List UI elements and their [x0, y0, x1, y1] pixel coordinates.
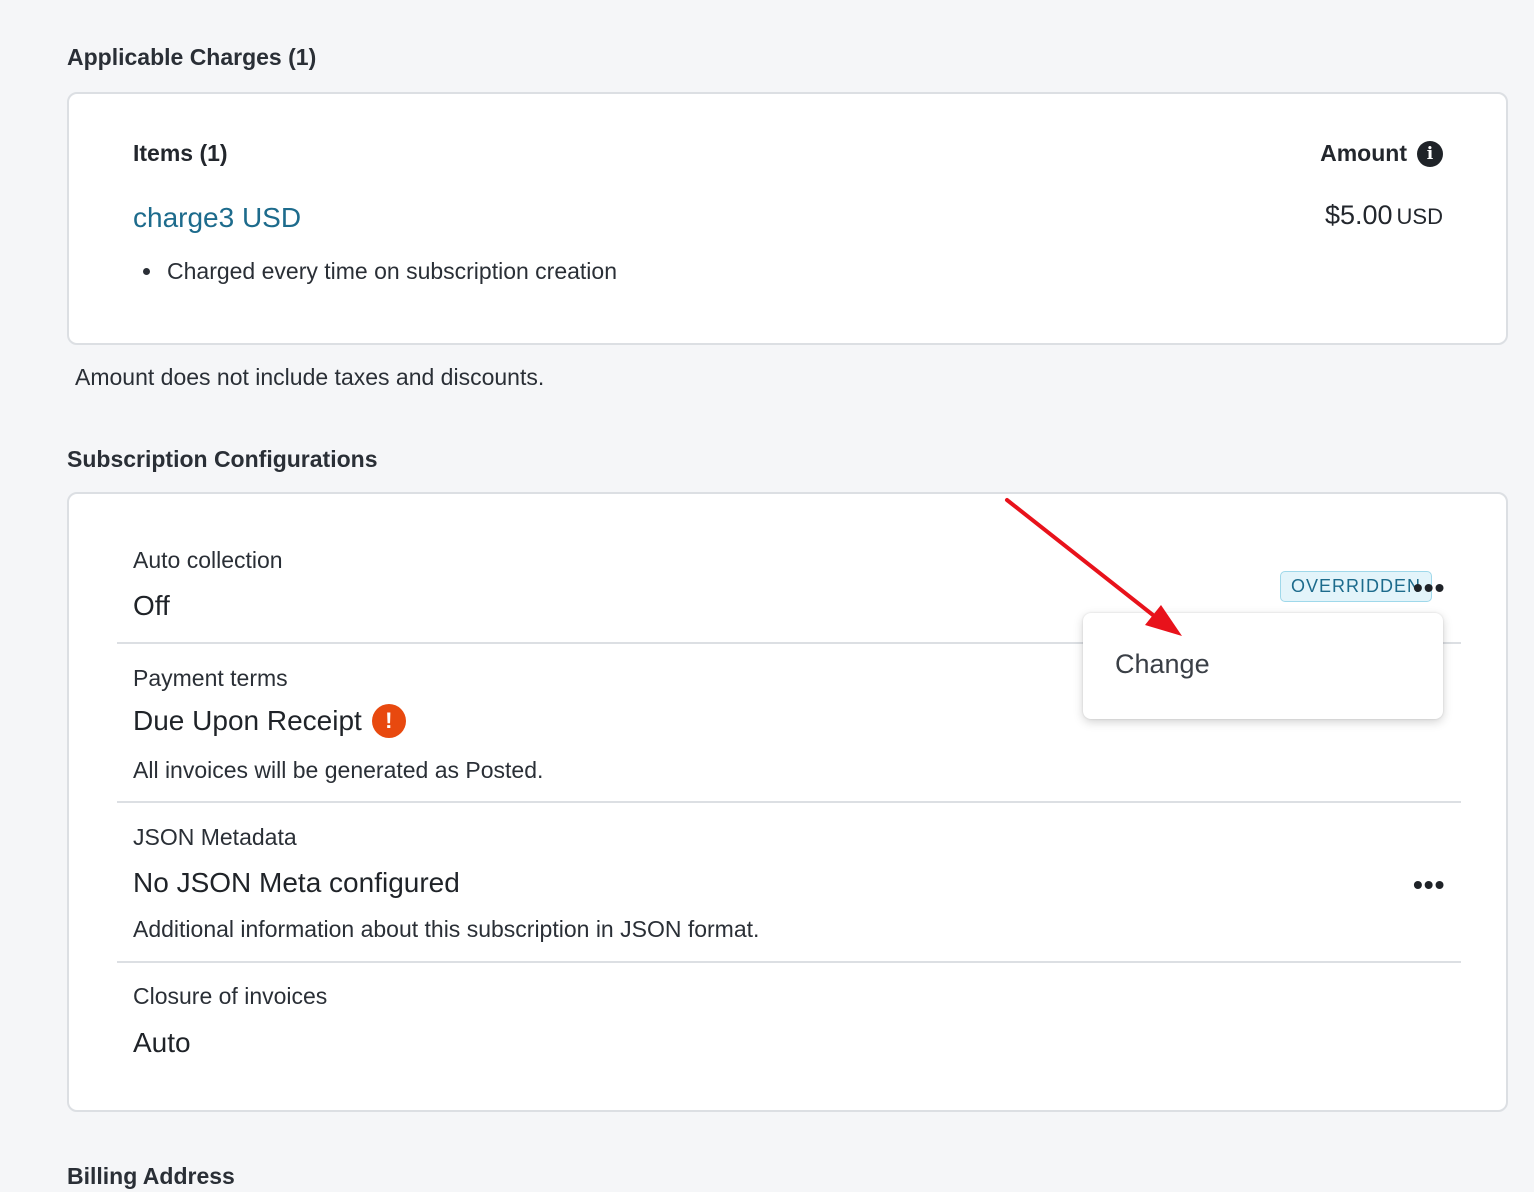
payment-terms-description: All invoices will be generated as Posted…	[133, 757, 544, 783]
json-metadata-description: Additional information about this subscr…	[133, 916, 760, 942]
change-menu-item[interactable]: Change	[1115, 649, 1210, 680]
overridden-badge: OVERRIDDEN	[1280, 571, 1433, 602]
json-metadata-value: No JSON Meta configured	[133, 867, 460, 898]
closure-of-invoices-value: Auto	[133, 1027, 191, 1058]
charge-amount-currency: USD	[1396, 204, 1443, 229]
charge-item-amount: $5.00 USD	[1325, 200, 1443, 231]
amount-header: Amount i	[1320, 140, 1443, 167]
payment-terms-label: Payment terms	[133, 665, 288, 691]
charge-amount-value: $5.00	[1324, 200, 1393, 230]
info-icon[interactable]: i	[1417, 140, 1443, 167]
amount-header-label: Amount	[1320, 140, 1407, 166]
auto-collection-more-icon[interactable]: •••	[1413, 574, 1445, 602]
charges-card: Items (1) Amount i charge3 USD $5.00 USD …	[67, 92, 1508, 345]
payment-terms-value-text: Due Upon Receipt	[133, 705, 362, 736]
items-header: Items (1)	[133, 140, 228, 166]
action-dropdown-menu: Change	[1083, 613, 1443, 719]
json-metadata-row: JSON Metadata No JSON Meta configured Ad…	[117, 803, 1461, 961]
applicable-charges-heading: Applicable Charges (1)	[67, 44, 317, 70]
charge-item-detail: Charged every time on subscription creat…	[143, 258, 617, 285]
subscription-configurations-heading: Subscription Configurations	[67, 446, 378, 472]
json-metadata-more-icon[interactable]: •••	[1413, 871, 1445, 899]
configurations-card: Auto collection Off OVERRIDDEN ••• Payme…	[67, 492, 1508, 1112]
billing-address-heading: Billing Address	[67, 1163, 235, 1189]
exclamation-circle-icon[interactable]: !	[371, 704, 406, 738]
bullet-dot	[143, 268, 150, 275]
closure-of-invoices-row: Closure of invoices Auto	[117, 963, 1461, 1103]
charge-item-link[interactable]: charge3 USD	[133, 202, 301, 234]
charge-item-detail-text: Charged every time on subscription creat…	[167, 258, 618, 284]
json-metadata-label: JSON Metadata	[133, 824, 297, 850]
closure-of-invoices-label: Closure of invoices	[133, 983, 328, 1009]
payment-terms-value: Due Upon Receipt !	[133, 704, 406, 738]
auto-collection-value: Off	[133, 590, 170, 621]
charges-note: Amount does not include taxes and discou…	[75, 364, 545, 390]
subscription-details-page: Applicable Charges (1) Items (1) Amount …	[0, 0, 1534, 1192]
auto-collection-label: Auto collection	[133, 547, 283, 573]
